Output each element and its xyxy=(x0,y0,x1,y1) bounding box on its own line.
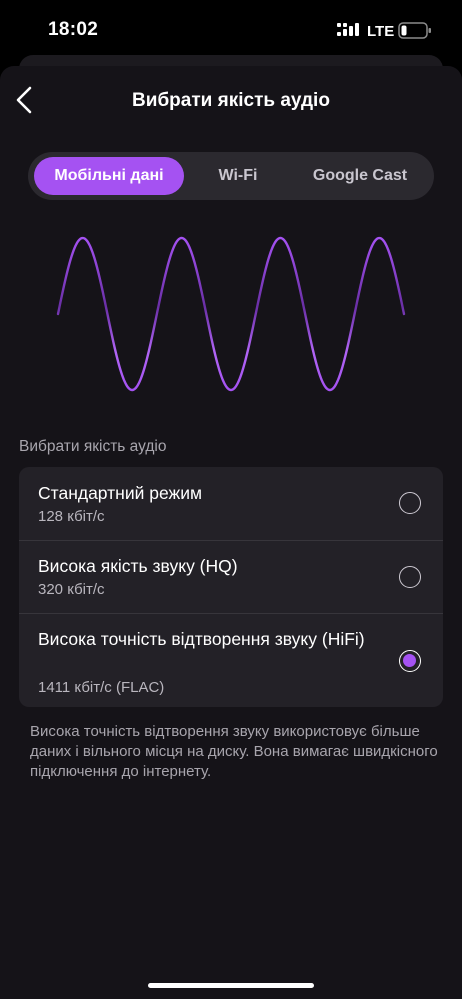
status-bar: 18:02 LTE xyxy=(0,0,462,56)
radio-button-selected[interactable] xyxy=(399,650,421,672)
option-hifi[interactable]: Висока точність відтворення звуку (HiFi)… xyxy=(19,613,443,708)
section-label: Вибрати якість аудіо xyxy=(19,438,167,455)
option-hq[interactable]: Висока якість звуку (HQ) 320 кбіт/с xyxy=(19,540,443,614)
option-bitrate: 320 кбіт/с xyxy=(38,581,105,598)
signal-icon xyxy=(337,23,359,36)
option-title: Висока якість звуку (HQ) xyxy=(38,556,238,576)
radio-button[interactable] xyxy=(399,492,421,514)
quality-description: Висока точність відтворення звуку викори… xyxy=(30,723,438,780)
option-standard[interactable]: Стандартний режим 128 кбіт/с xyxy=(19,467,443,540)
option-title: Стандартний режим xyxy=(38,483,203,503)
option-bitrate: 1411 кбіт/с (FLAC) xyxy=(38,679,165,696)
page-title: Вибрати якість аудіо xyxy=(132,90,330,111)
sound-wave-illustration xyxy=(56,236,406,392)
option-bitrate: 128 кбіт/с xyxy=(38,508,105,525)
sound-wave xyxy=(56,236,406,392)
battery-icon xyxy=(398,22,431,39)
tab-wifi[interactable]: Wi-Fi xyxy=(196,157,280,195)
radio-button[interactable] xyxy=(399,566,421,588)
option-title: Висока точність відтворення звуку (HiFi) xyxy=(38,629,365,649)
tab-google-cast[interactable]: Google Cast xyxy=(294,157,426,195)
network-label: LTE xyxy=(367,23,395,40)
status-time: 18:02 xyxy=(48,19,99,40)
network-tabs: Мобільні дані Wi-Fi Google Cast xyxy=(28,152,434,200)
quality-options-list: Стандартний режим 128 кбіт/с Висока якіс… xyxy=(19,467,443,707)
tab-mobile-data[interactable]: Мобільні дані xyxy=(34,157,184,195)
radio-selected-dot xyxy=(403,654,416,667)
home-indicator xyxy=(148,983,314,988)
